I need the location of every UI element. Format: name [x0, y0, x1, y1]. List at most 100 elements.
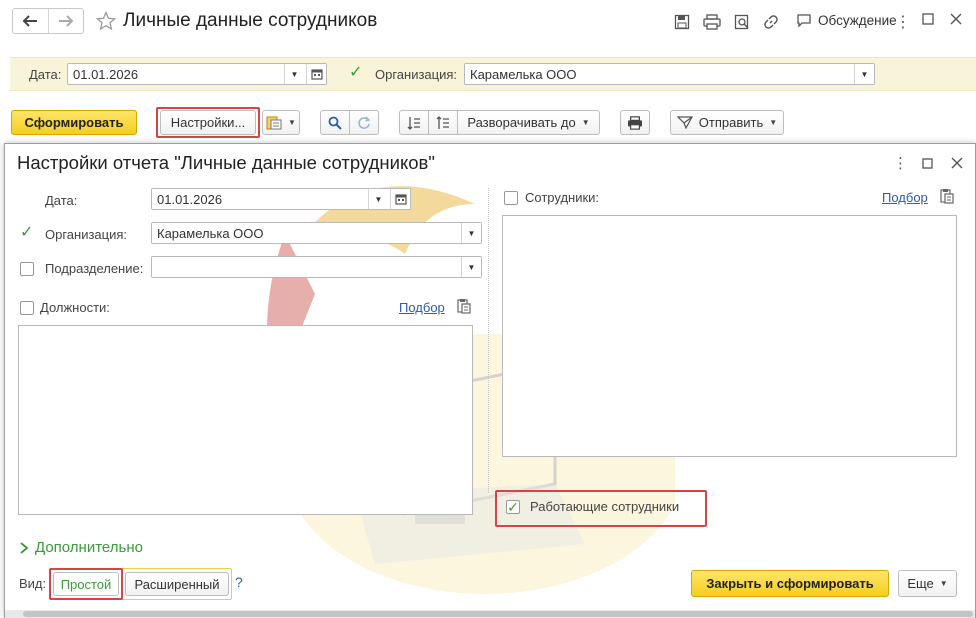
dialog-title: Настройки отчета "Личные данные сотрудни… — [17, 152, 435, 173]
positions-checkbox[interactable] — [20, 301, 34, 315]
positions-label: Должности: — [40, 300, 110, 315]
print-report-button[interactable] — [620, 110, 650, 135]
report-variant-icon — [266, 116, 282, 130]
dialog-organization-dropdown-button[interactable]: ▼ — [461, 223, 481, 243]
chevron-down-icon: ▼ — [374, 194, 383, 204]
collapse-groups-button[interactable] — [399, 110, 429, 135]
employees-label: Сотрудники: — [525, 190, 600, 205]
organization-field[interactable]: Карамелька ООО ▼ — [464, 63, 875, 85]
extended-view-button[interactable]: Расширенный — [125, 572, 229, 596]
dialog-organization-value: Карамелька ООО — [157, 225, 264, 241]
dialog-maximize-button[interactable] — [922, 157, 933, 172]
chevron-down-icon: ▼ — [288, 118, 296, 127]
refresh-search-button[interactable] — [349, 110, 379, 135]
settings-button[interactable]: Настройки... — [160, 110, 256, 135]
date-label: Дата: — [29, 67, 62, 82]
send-icon — [676, 115, 693, 129]
date-value: 01.01.2026 — [73, 66, 139, 82]
dialog-date-calendar-button[interactable] — [390, 189, 410, 209]
send-label: Отправить — [698, 115, 764, 130]
positions-paste-button[interactable] — [457, 298, 471, 317]
date-calendar-button[interactable] — [306, 64, 326, 84]
more-actions-button[interactable]: ⋮ — [895, 12, 912, 32]
working-employees-label: Работающие сотрудники — [530, 499, 680, 514]
clipboard-icon — [457, 299, 471, 314]
expand-to-label: Разворачивать до — [467, 115, 576, 130]
organization-dropdown-button[interactable]: ▼ — [854, 64, 874, 84]
date-field[interactable]: 01.01.2026 ▼ — [67, 63, 327, 85]
employees-checkbox[interactable] — [504, 191, 518, 205]
close-icon — [950, 13, 962, 25]
working-employees-checkbox[interactable]: ✓ — [506, 500, 520, 514]
department-checkbox[interactable] — [20, 262, 34, 276]
calendar-icon — [394, 194, 407, 205]
collapse-icon — [407, 116, 420, 130]
search-button[interactable] — [320, 110, 350, 135]
chat-icon — [797, 14, 811, 28]
dialog-organization-label: Организация: — [45, 227, 128, 242]
simple-view-button[interactable]: Простой — [53, 572, 119, 596]
date-dropdown-button[interactable]: ▼ — [284, 64, 304, 84]
calendar-icon — [310, 69, 323, 80]
employees-list[interactable] — [502, 215, 957, 457]
dialog-date-field[interactable]: 01.01.2026 ▼ — [151, 188, 411, 210]
department-label: Подразделение: — [45, 261, 144, 276]
dialog-close-button[interactable] — [951, 157, 963, 172]
favorite-button[interactable] — [95, 10, 117, 34]
more-menu-button[interactable]: Еще ▼ — [898, 570, 957, 597]
chevron-down-icon: ▼ — [467, 228, 476, 238]
forward-arrow-icon — [58, 15, 74, 27]
additional-label: Дополнительно — [35, 539, 143, 556]
dialog-date-label: Дата: — [45, 193, 78, 208]
organization-checkbox[interactable]: ✓ — [349, 65, 362, 81]
chevron-down-icon: ▼ — [939, 579, 948, 588]
clipboard-icon — [940, 189, 954, 204]
organization-label: Организация: — [375, 67, 458, 82]
maximize-button[interactable] — [922, 13, 934, 28]
back-button[interactable] — [13, 9, 48, 33]
checkmark-icon: ✓ — [507, 499, 519, 515]
discussion-button[interactable]: Обсуждение — [796, 13, 897, 28]
refresh-icon — [358, 116, 371, 129]
chevron-down-icon: ▼ — [769, 118, 778, 127]
dialog-date-dropdown-button[interactable]: ▼ — [368, 189, 388, 209]
save-button[interactable] — [674, 14, 690, 33]
positions-pick-link[interactable]: Подбор — [399, 300, 445, 315]
horizontal-scrollbar[interactable] — [5, 610, 975, 618]
help-button[interactable]: ? — [235, 574, 243, 590]
column-divider — [488, 188, 489, 493]
copy-link-button[interactable] — [763, 14, 779, 33]
expand-icon — [436, 115, 449, 129]
dialog-organization-checkbox[interactable]: ✓ — [20, 225, 33, 241]
positions-list[interactable] — [18, 325, 473, 515]
dialog-more-button[interactable]: ⋮ — [893, 154, 908, 172]
preview-icon — [734, 14, 749, 30]
department-field[interactable]: ▼ — [151, 256, 482, 278]
print-button[interactable] — [703, 14, 721, 33]
chevron-down-icon: ▼ — [467, 262, 476, 272]
variant-menu-button[interactable]: ▼ — [262, 110, 300, 135]
discussion-label: Обсуждение — [818, 13, 897, 28]
preview-button[interactable] — [734, 14, 750, 33]
send-menu-button[interactable]: Отправить ▼ — [670, 110, 784, 135]
department-dropdown-button[interactable]: ▼ — [461, 257, 481, 277]
close-window-button[interactable] — [950, 13, 962, 28]
chevron-down-icon: ▼ — [581, 118, 590, 127]
dialog-organization-field[interactable]: Карамелька ООО ▼ — [151, 222, 482, 244]
employees-paste-button[interactable] — [940, 188, 954, 207]
generate-button[interactable]: Сформировать — [11, 110, 137, 135]
back-arrow-icon — [23, 15, 38, 27]
link-icon — [764, 15, 778, 29]
window-title: Личные данные сотрудников — [123, 10, 378, 31]
expand-groups-button[interactable] — [428, 110, 458, 135]
search-icon — [328, 116, 342, 130]
maximize-icon — [922, 13, 934, 25]
additional-section-toggle[interactable]: Дополнительно — [19, 539, 143, 556]
scrollbar-thumb[interactable] — [23, 611, 973, 617]
print-icon — [703, 14, 721, 30]
report-settings-dialog: Настройки отчета "Личные данные сотрудни… — [4, 143, 976, 618]
forward-button[interactable] — [47, 9, 83, 33]
close-and-generate-button[interactable]: Закрыть и сформировать — [691, 570, 889, 597]
employees-pick-link[interactable]: Подбор — [882, 190, 928, 205]
expand-to-menu[interactable]: Разворачивать до ▼ — [457, 110, 600, 135]
